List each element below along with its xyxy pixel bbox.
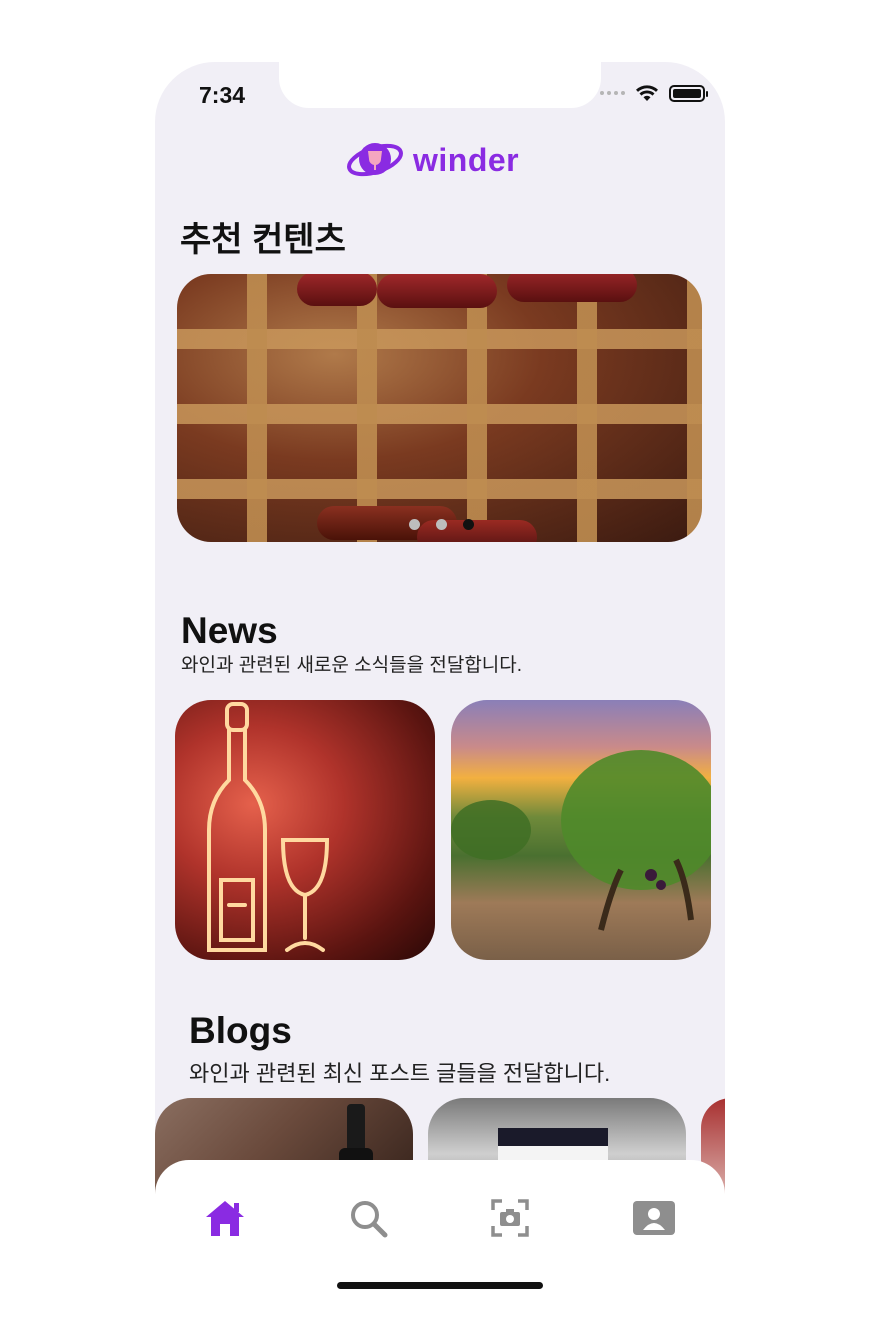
search-icon — [351, 1201, 388, 1238]
recommended-title: 추천 컨텐츠 — [180, 221, 346, 259]
carousel-dot-3[interactable] — [463, 519, 474, 530]
carousel-dot-1[interactable] — [409, 519, 420, 530]
camera-scan-icon — [491, 1199, 529, 1237]
news-title: News — [181, 610, 278, 651]
battery-icon — [669, 84, 708, 102]
notch — [279, 62, 601, 108]
tab-profile[interactable] — [630, 1194, 678, 1242]
tab-home[interactable] — [201, 1194, 249, 1242]
news-card-2[interactable] — [451, 700, 711, 960]
news-card-1[interactable] — [175, 700, 435, 960]
signal-icon — [600, 91, 625, 95]
blogs-title: Blogs — [189, 1010, 292, 1051]
profile-icon — [633, 1201, 675, 1235]
winder-logo-icon — [347, 143, 403, 177]
tab-camera[interactable] — [486, 1194, 534, 1242]
wifi-icon — [636, 85, 658, 101]
carousel-dot-2[interactable] — [436, 519, 447, 530]
status-time: 7:34 — [199, 82, 246, 108]
tab-search[interactable] — [344, 1194, 392, 1242]
app-name: winder — [413, 141, 520, 178]
app-logo: winder — [345, 137, 519, 183]
phone-screen: 7:34 winder 추천 컨텐츠 News 와인과 관련된 새로운 소식들을… — [155, 62, 725, 1340]
tab-bar — [155, 1160, 725, 1340]
news-subtitle: 와인과 관련된 새로운 소식들을 전달합니다. — [181, 655, 523, 676]
home-indicator[interactable] — [337, 1282, 543, 1289]
home-icon — [206, 1201, 244, 1236]
recommended-carousel[interactable] — [177, 274, 702, 542]
vineyard-image — [451, 750, 711, 931]
neon-wine-sign-image — [207, 702, 330, 952]
status-icons — [600, 84, 708, 102]
blogs-subtitle: 와인과 관련된 최신 포스트 글들을 전달합니다. — [189, 1061, 611, 1086]
carousel-page-indicator[interactable] — [409, 519, 474, 530]
